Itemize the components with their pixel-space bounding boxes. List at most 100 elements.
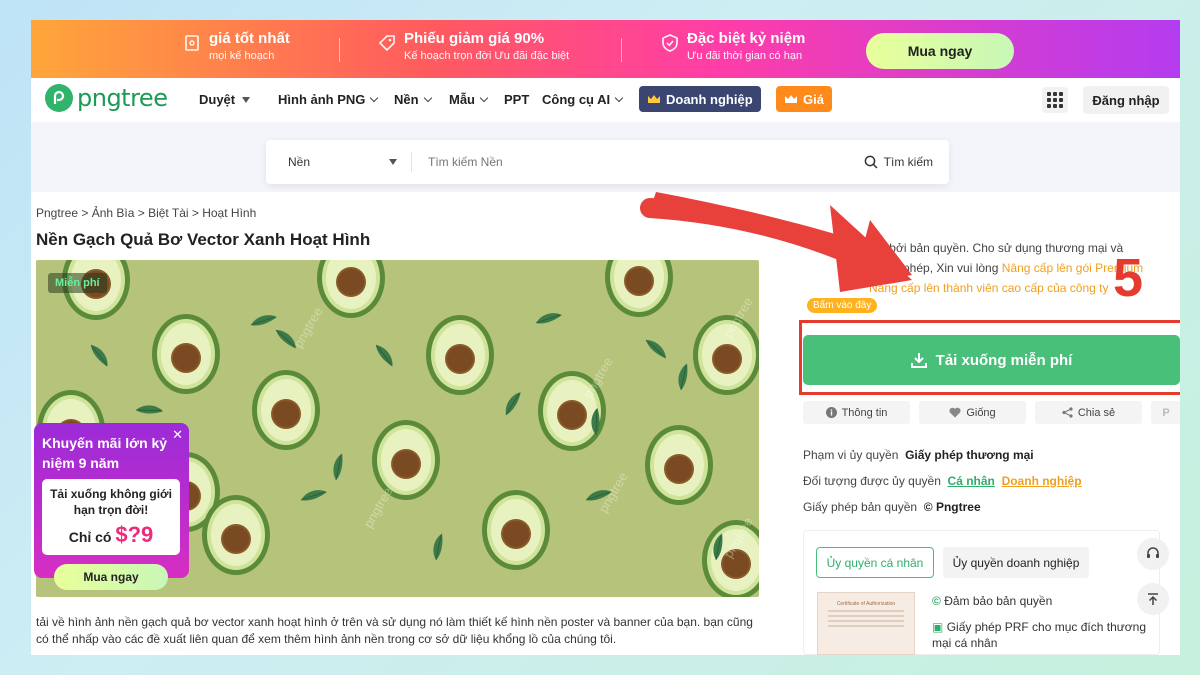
cert-item-text: Đảm bảo bản quyền (944, 594, 1053, 608)
nav-label: Duyệt (199, 92, 236, 107)
nav-item-ppt[interactable]: PPT (504, 92, 529, 107)
license-target-row: Đối tượng được ủy quyền Cá nhân Doanh ng… (803, 474, 1082, 488)
highlight-box-annotation (799, 320, 1180, 395)
enterprise-label: Doanh nghiệp (666, 91, 753, 107)
browser-page: giá tốt nhất mọi kế hoạch Phiếu giảm giá… (31, 20, 1180, 655)
popup-title: Khuyến mãi lớn kỷ niệm 9 năm (42, 435, 168, 471)
action-label: Giống (966, 406, 996, 419)
ticket-icon (185, 35, 199, 51)
pricing-label: Giá (803, 91, 824, 107)
pinterest-icon: P (1162, 406, 1170, 419)
tab-business-license[interactable]: Ủy quyền doanh nghiệp (943, 547, 1089, 578)
free-badge: Miễn phí (48, 273, 107, 293)
like-button[interactable]: Giống (919, 401, 1026, 424)
nav-item-png[interactable]: Hình ảnh PNG (278, 92, 379, 107)
info-button[interactable]: Thông tin (803, 401, 910, 424)
share-button[interactable]: Chia sẻ (1035, 401, 1142, 424)
tab-personal-license[interactable]: Ủy quyền cá nhân (816, 547, 934, 578)
cert-item-prf: ▣ Giấy phép PRF cho mục đích thương mại … (932, 619, 1162, 651)
promo-subtitle: Ưu đãi thời gian có hạn (687, 50, 803, 62)
license-scope-label: Phạm vi ủy quyền (803, 448, 899, 462)
caret-down-icon (242, 96, 251, 103)
search-button[interactable]: Tìm kiếm (864, 155, 949, 169)
enterprise-button[interactable]: Doanh nghiệp (639, 86, 761, 112)
crown-icon (648, 95, 660, 103)
promo-item-anniversary[interactable]: Đặc biệt kỷ niệm Ưu đãi thời gian có hạn (661, 30, 805, 64)
crown-icon (785, 95, 797, 103)
buy-now-button[interactable]: Mua ngay (866, 33, 1014, 69)
share-icon (1062, 407, 1073, 418)
nav-item-backgrounds[interactable]: Nền (394, 92, 432, 107)
back-to-top-icon[interactable] (1137, 583, 1169, 615)
action-label: Thông tin (841, 406, 888, 419)
logo-icon (45, 84, 73, 112)
login-button[interactable]: Đăng nhập (1083, 86, 1169, 114)
promo-item-coupon[interactable]: Phiếu giảm giá 90% Kế hoạch trọn đời Ưu … (378, 30, 569, 64)
license-business-link[interactable]: Doanh nghiệp (1002, 474, 1082, 488)
chevron-down-icon (479, 93, 489, 103)
promo-divider (621, 38, 622, 62)
step-number-annotation: 5 (1113, 248, 1144, 308)
chevron-down-icon (614, 93, 624, 103)
certificate-title: Certificate of Authorization (836, 601, 896, 607)
heart-icon (949, 407, 961, 418)
info-icon (825, 407, 837, 418)
upgrade-enterprise-link[interactable]: Nâng cấp lên thành viên cao cấp của công… (869, 281, 1109, 295)
popup-offer-text: Tải xuống không giới hạn trọn đời! (50, 487, 172, 517)
nav-item-browse[interactable]: Duyệt (199, 92, 251, 107)
promo-divider (339, 38, 340, 62)
license-target-label: Đối tượng được ủy quyền (803, 474, 941, 488)
nav-item-ai-tools[interactable]: Công cụ AI (542, 92, 624, 107)
popup-price-line: Chỉ có $?9 (42, 522, 180, 548)
license-personal-link[interactable]: Cá nhân (948, 474, 995, 488)
chevron-down-icon (370, 93, 379, 103)
promo-title: Phiếu giảm giá 90% (404, 30, 545, 47)
action-row: Thông tin Giống Chia sẻ P (803, 401, 1180, 424)
search-bar: Nền Tìm kiếm (266, 140, 949, 184)
document-icon: ▣ (932, 620, 944, 634)
license-copyright-holder: Pngtree (935, 500, 981, 514)
nav-label: PPT (504, 92, 530, 107)
pngtree-logo[interactable]: pngtree (45, 84, 168, 112)
search-icon (864, 155, 878, 169)
cert-item-copyright: © Đảm bảo bản quyền (932, 594, 1053, 608)
nav-item-templates[interactable]: Mẫu (449, 92, 489, 107)
license-copyright-label: Giấy phép bản quyền (803, 500, 918, 514)
promo-item-best-price[interactable]: giá tốt nhất mọi kế hoạch (183, 30, 290, 64)
license-copyright-row: Giấy phép bản quyền © Pngtree (803, 500, 981, 514)
logo-text: pngtree (77, 84, 168, 112)
breadcrumb[interactable]: Pngtree > Ảnh Bìa > Biệt Tài > Hoạt Hình (36, 206, 256, 220)
click-here-badge[interactable]: Bấm vào đây (807, 298, 878, 313)
search-category-select[interactable]: Nền (266, 152, 412, 172)
promo-popup: ✕ Khuyến mãi lớn kỷ niệm 9 năm Tải xuống… (34, 423, 189, 590)
chevron-down-icon (423, 93, 432, 103)
nav-label: Hình ảnh PNG (278, 92, 366, 107)
shield-check-icon (662, 34, 678, 52)
search-category-label: Nền (288, 155, 311, 169)
apps-grid-icon[interactable] (1042, 87, 1068, 113)
promo-subtitle: mọi kế hoạch (209, 50, 275, 62)
support-headset-icon[interactable] (1137, 538, 1169, 570)
popup-buy-button[interactable]: Mua ngay (54, 564, 168, 590)
page-title: Nền Gạch Quả Bơ Vector Xanh Hoạt Hình (36, 230, 371, 249)
search-button-label: Tìm kiếm (883, 155, 933, 169)
search-input[interactable] (412, 155, 864, 169)
pricing-button[interactable]: Giá (776, 86, 832, 112)
nav-label: Mẫu (449, 92, 475, 107)
cert-item-text: Giấy phép PRF cho mục đích thương mại cá… (932, 620, 1147, 650)
license-certificate-thumbnail[interactable]: Certificate of Authorization (817, 592, 915, 655)
nav-label: Nền (394, 92, 419, 107)
top-nav: pngtree Duyệt Hình ảnh PNG Nền Mẫu PPT C… (31, 78, 1180, 122)
popup-price: $?9 (115, 522, 154, 547)
caret-down-icon (389, 159, 397, 165)
promo-title: giá tốt nhất (209, 30, 290, 47)
license-scope-row: Phạm vi ủy quyền Giấy phép thương mại (803, 448, 1034, 462)
popup-offer-card: Tải xuống không giới hạn trọn đời! Chỉ c… (42, 479, 180, 555)
image-description: tải về hình ảnh nền gạch quả bơ vector x… (36, 615, 753, 646)
pinterest-button[interactable]: P (1151, 401, 1180, 424)
license-copyright-value: © Pngtree (923, 500, 981, 514)
nav-label: Công cụ AI (542, 92, 611, 107)
promo-subtitle: Kế hoạch trọn đời Ưu đãi đặc biệt (404, 50, 570, 62)
action-label: Chia sẻ (1077, 406, 1116, 419)
promo-banner: giá tốt nhất mọi kế hoạch Phiếu giảm giá… (31, 20, 1180, 78)
